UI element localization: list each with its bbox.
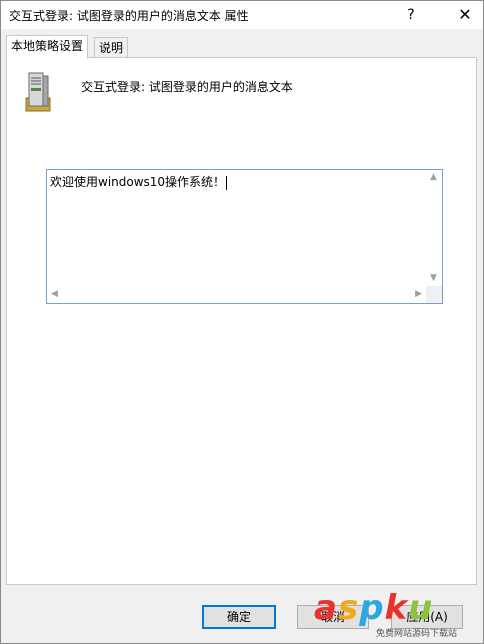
apply-button[interactable]: 应用(A) xyxy=(391,605,463,629)
policy-name: 交互式登录: 试图登录的用户的消息文本 xyxy=(81,80,293,94)
tab-panel: 交互式登录: 试图登录的用户的消息文本 欢迎使用windows10操作系统！ ▲… xyxy=(6,57,477,585)
cancel-button[interactable]: 取消 xyxy=(297,605,369,629)
message-text-value: 欢迎使用windows10操作系统！ xyxy=(50,175,228,190)
properties-dialog: 交互式登录: 试图登录的用户的消息文本 属性 ? ✕ 本地策略设置 说明 交互式… xyxy=(0,0,484,644)
tab-explain[interactable]: 说明 xyxy=(94,37,129,59)
window-title: 交互式登录: 试图登录的用户的消息文本 属性 xyxy=(9,9,249,23)
ok-button[interactable]: 确定 xyxy=(202,605,276,629)
title-bar[interactable]: 交互式登录: 试图登录的用户的消息文本 属性 ? ✕ xyxy=(1,1,483,29)
horizontal-scrollbar[interactable]: ◀ ▶ xyxy=(47,286,426,303)
server-icon xyxy=(25,72,51,112)
help-button[interactable]: ? xyxy=(393,1,429,29)
vertical-scrollbar[interactable]: ▲ ▼ xyxy=(426,170,442,285)
scroll-down-icon[interactable]: ▼ xyxy=(430,273,437,283)
scroll-corner xyxy=(426,286,442,303)
scroll-up-icon[interactable]: ▲ xyxy=(430,172,437,182)
scroll-left-icon[interactable]: ◀ xyxy=(51,289,58,299)
scroll-right-icon[interactable]: ▶ xyxy=(415,289,422,299)
message-text-field[interactable]: 欢迎使用windows10操作系统！ ▲ ▼ ◀ ▶ xyxy=(46,169,443,304)
tab-local-policy-setting[interactable]: 本地策略设置 xyxy=(6,35,89,59)
close-button[interactable]: ✕ xyxy=(447,1,483,29)
text-caret xyxy=(226,175,228,190)
